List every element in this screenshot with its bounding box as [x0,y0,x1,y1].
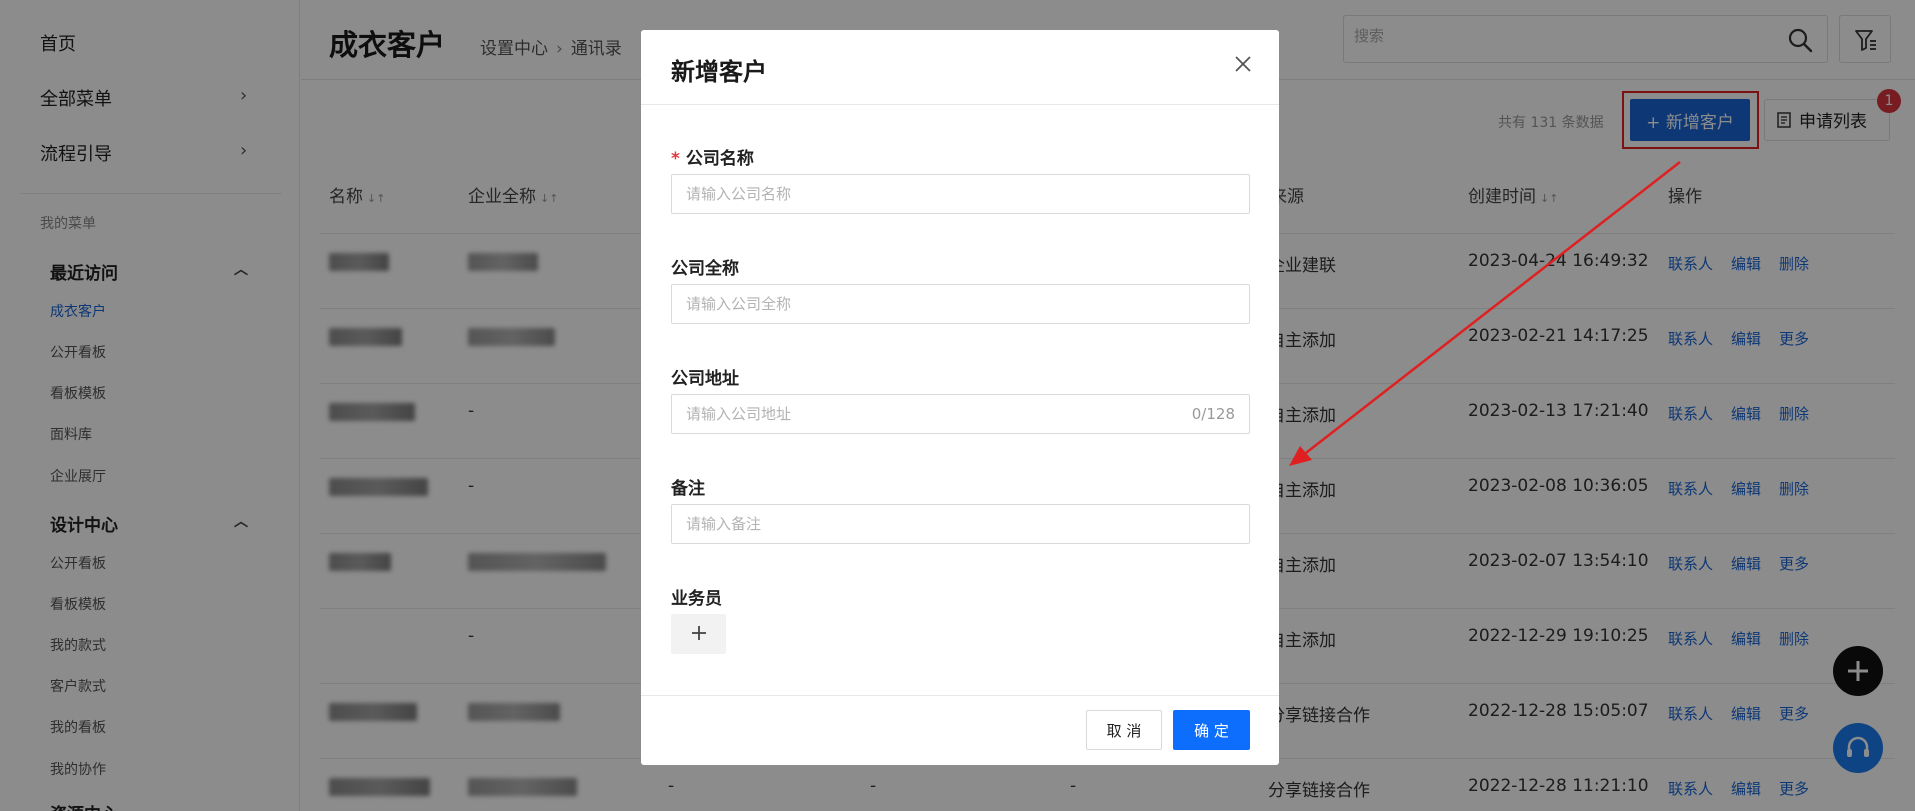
dialog-header-divider [641,104,1279,105]
company-address-label: 公司地址 [671,369,739,389]
company-name-label-text: 公司名称 [685,149,754,169]
company-address-field: 0/128 [671,394,1250,434]
dialog-footer-divider [641,695,1279,696]
remark-label: 备注 [671,479,705,499]
remark-field [671,504,1250,544]
char-counter: 0/128 [1191,405,1235,423]
company-name-input[interactable] [686,185,1186,203]
remark-input[interactable] [686,515,1186,533]
add-salesman-button[interactable] [671,614,726,654]
salesman-label: 业务员 [671,589,722,609]
add-client-dialog: 新增客户 *公司名称 公司全称 公司地址 0/128 备注 业务员 取 消 确 … [641,30,1279,765]
company-fullname-input[interactable] [686,295,1186,313]
company-name-label: * 公司名称 [671,144,754,169]
company-fullname-label: 公司全称 [671,259,739,279]
plus-icon [691,625,706,640]
required-mark: * [671,149,680,169]
company-fullname-field [671,284,1250,324]
confirm-button[interactable]: 确 定 [1173,710,1250,750]
dialog-title: 新增客户 [671,58,767,86]
company-name-field [671,174,1250,214]
company-address-input[interactable] [686,405,1186,423]
cancel-button[interactable]: 取 消 [1086,710,1162,750]
close-icon[interactable] [1231,52,1255,76]
